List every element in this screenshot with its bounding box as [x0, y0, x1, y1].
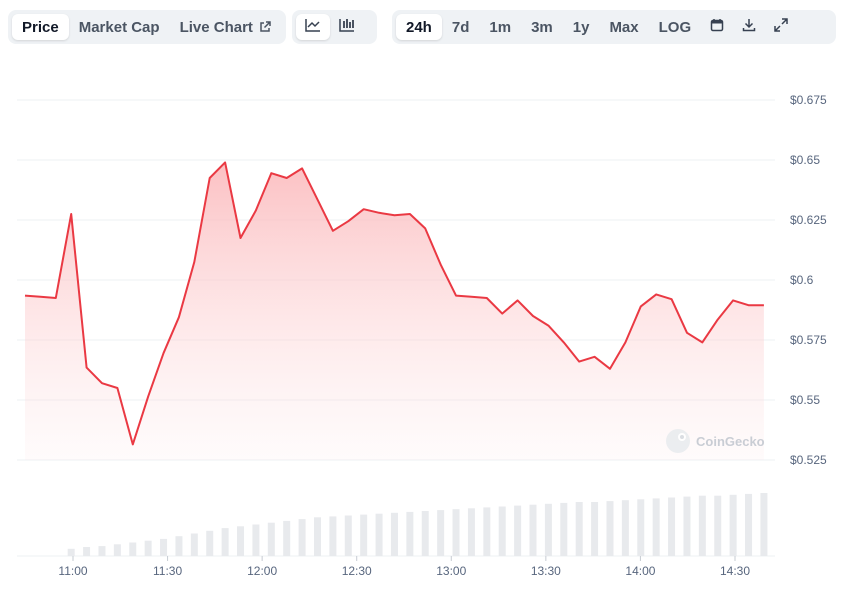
tab-live-chart[interactable]: Live Chart: [170, 14, 281, 40]
x-tick-label: 12:30: [342, 564, 372, 578]
volume-bar: [160, 538, 168, 556]
volume-bar: [67, 548, 75, 556]
y-tick-label: $0.625: [790, 213, 827, 227]
x-tick-label: 14:30: [720, 564, 750, 578]
volume-bar: [698, 495, 706, 556]
calendar-icon: [710, 18, 724, 36]
volume-bar: [437, 510, 445, 556]
volume-bar: [190, 533, 198, 556]
volume-bar: [329, 516, 337, 556]
chart-toolbar: Price Market Cap Live Chart 24h 7d 1m 3m…: [8, 10, 836, 44]
volume-bar: [313, 517, 321, 556]
volume-bar: [360, 514, 368, 556]
volume-bar: [144, 540, 152, 556]
volume-bar: [575, 502, 583, 556]
y-tick-label: $0.55: [790, 393, 820, 407]
volume-bar: [668, 497, 676, 556]
volume-bar: [483, 507, 491, 556]
range-and-tools: 24h 7d 1m 3m 1y Max LOG: [392, 10, 836, 44]
volume-bar: [390, 512, 398, 556]
x-tick-label: 11:30: [153, 564, 182, 578]
range-1m[interactable]: 1m: [479, 14, 521, 40]
volume-bar: [544, 503, 552, 556]
volume-bar: [560, 502, 568, 556]
volume-bar: [714, 495, 722, 556]
volume-bar: [344, 515, 352, 556]
volume-bar: [729, 494, 737, 556]
volume-bar: [421, 511, 429, 556]
volume-bar: [237, 526, 245, 556]
y-tick-label: $0.525: [790, 453, 827, 467]
x-axis-labels: 11:00 11:30 12:00 12:30 13:00 13:30 14:00 14:30: [58, 556, 750, 578]
volume-bar: [745, 493, 753, 556]
volume-bar: [498, 506, 506, 556]
log-scale-toggle[interactable]: LOG: [649, 14, 702, 40]
y-tick-label: $0.675: [790, 93, 827, 107]
range-7d[interactable]: 7d: [442, 14, 480, 40]
volume-bar: [221, 528, 229, 556]
range-3m[interactable]: 3m: [521, 14, 563, 40]
volume-bar: [452, 509, 460, 556]
volume-bar: [206, 530, 214, 556]
external-link-icon: [259, 21, 271, 33]
volume-bar: [375, 513, 383, 556]
volume-bar: [621, 500, 629, 556]
line-chart-button[interactable]: [296, 14, 330, 40]
y-tick-label: $0.6: [790, 273, 814, 287]
volume-bar: [129, 542, 137, 556]
price-area: [25, 162, 764, 460]
candlestick-chart-button[interactable]: [330, 14, 364, 40]
volume-bar: [591, 502, 599, 556]
volume-bar: [760, 493, 768, 556]
volume-bars: [67, 493, 768, 556]
volume-bar: [606, 501, 614, 556]
calendar-button[interactable]: [701, 14, 733, 40]
volume-bar: [252, 524, 260, 556]
volume-bar: [514, 505, 522, 556]
fullscreen-button[interactable]: [765, 14, 797, 40]
metric-tabs: Price Market Cap Live Chart: [8, 10, 286, 44]
range-24h[interactable]: 24h: [396, 14, 442, 40]
download-icon: [742, 18, 756, 36]
chart-type-switch: [292, 10, 377, 44]
volume-bar: [406, 511, 414, 556]
y-tick-label: $0.575: [790, 333, 827, 347]
expand-icon: [774, 18, 788, 36]
tab-price[interactable]: Price: [12, 14, 69, 40]
x-tick-label: 14:00: [625, 564, 655, 578]
volume-bar: [467, 508, 475, 556]
y-axis-labels: $0.525 $0.55 $0.575 $0.6 $0.625 $0.65 $0.675: [790, 93, 827, 467]
y-tick-label: $0.65: [790, 153, 820, 167]
x-tick-label: 13:00: [436, 564, 466, 578]
volume-bar: [98, 546, 106, 556]
bar-chart-icon: [339, 18, 355, 36]
x-tick-label: 13:30: [531, 564, 561, 578]
x-tick-label: 12:00: [247, 564, 277, 578]
price-chart: $0.525 $0.55 $0.575 $0.6 $0.625 $0.65 $0.675 1…: [17, 93, 827, 578]
volume-bar: [175, 536, 183, 556]
volume-bar: [283, 520, 291, 556]
volume-bar: [267, 522, 275, 556]
volume-bar: [637, 499, 645, 556]
download-button[interactable]: [733, 14, 765, 40]
volume-bar: [529, 504, 537, 556]
tab-live-chart-label: Live Chart: [179, 18, 253, 36]
tab-market-cap[interactable]: Market Cap: [69, 14, 170, 40]
volume-bar: [652, 498, 660, 556]
line-chart-icon: [305, 18, 321, 36]
watermark-text: CoinGecko: [696, 434, 765, 449]
volume-bar: [83, 547, 91, 556]
volume-bar: [298, 519, 306, 556]
volume-bar: [683, 496, 691, 556]
x-tick-label: 11:00: [58, 564, 87, 578]
volume-bar: [113, 544, 121, 556]
range-1y[interactable]: 1y: [563, 14, 600, 40]
range-max[interactable]: Max: [599, 14, 648, 40]
